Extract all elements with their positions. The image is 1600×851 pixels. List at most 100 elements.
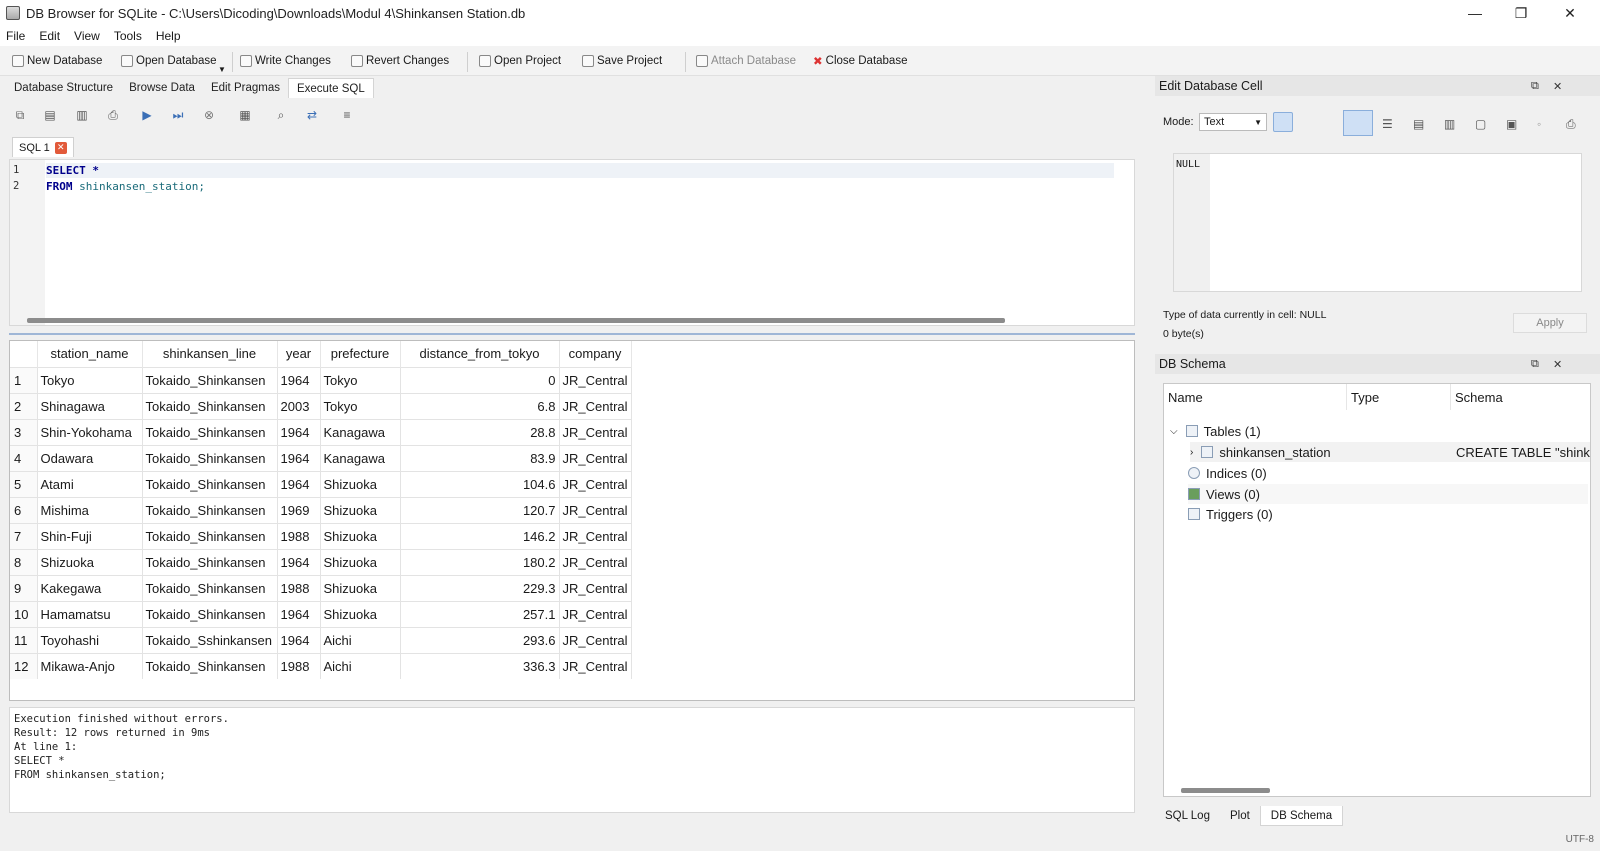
table-cell[interactable]: 1988 (277, 574, 321, 601)
table-cell[interactable]: 1964 (277, 626, 321, 653)
save-project-button[interactable]: Save Project (582, 52, 662, 70)
tab-execute-sql[interactable]: Execute SQL (287, 78, 374, 98)
open-project-button[interactable]: Open Project (479, 52, 561, 70)
column-header[interactable]: shinkansen_line (142, 341, 278, 367)
schema-col-type[interactable]: Type (1347, 384, 1451, 410)
table-cell[interactable]: JR_Central (559, 652, 632, 679)
column-header[interactable]: station_name (37, 341, 143, 367)
table-cell[interactable]: Mikawa-Anjo (37, 652, 143, 679)
menu-tools[interactable]: Tools (114, 29, 142, 43)
table-cell[interactable]: Toyohashi (37, 626, 143, 653)
table-cell[interactable]: JR_Central (559, 574, 632, 601)
table-cell[interactable]: 1964 (277, 444, 321, 471)
table-cell[interactable]: 257.1 (400, 600, 560, 627)
tab-sql-log[interactable]: SQL Log (1155, 806, 1220, 826)
image-icon[interactable]: ▣ (1506, 117, 1517, 131)
table-cell[interactable]: Odawara (37, 444, 143, 471)
table-cell[interactable]: Shizuoka (320, 496, 401, 523)
save-results-icon[interactable]: ▦ (237, 107, 253, 123)
revert-changes-button[interactable]: Revert Changes (351, 52, 449, 70)
table-cell[interactable]: JR_Central (559, 600, 632, 627)
tree-item-indices[interactable]: Indices (0) (1188, 463, 1267, 483)
tab-db-schema[interactable]: DB Schema (1259, 806, 1344, 826)
attach-database-button[interactable]: Attach Database (696, 52, 796, 70)
table-cell[interactable]: Shizuoka (37, 548, 143, 575)
row-number[interactable]: 11 (10, 626, 38, 653)
table-cell[interactable]: Kanagawa (320, 418, 401, 445)
schema-col-schema[interactable]: Schema (1451, 384, 1592, 410)
column-header[interactable]: prefecture (320, 341, 401, 367)
table-cell[interactable]: JR_Central (559, 626, 632, 653)
clear-icon[interactable]: ◦ (1537, 117, 1541, 131)
table-cell[interactable]: JR_Central (559, 366, 632, 393)
find-replace-icon[interactable]: ⇄ (304, 107, 320, 123)
new-database-button[interactable]: New Database (12, 52, 102, 70)
table-cell[interactable]: 146.2 (400, 522, 560, 549)
table-cell[interactable]: Tokyo (37, 366, 143, 393)
row-number[interactable]: 2 (10, 392, 38, 419)
close-database-button[interactable]: ✖ Close Database (813, 52, 907, 70)
maximize-button[interactable]: ❐ (1498, 0, 1544, 26)
editor-results-splitter[interactable] (9, 333, 1135, 335)
table-cell[interactable]: 83.9 (400, 444, 560, 471)
cell-editor[interactable]: NULL (1173, 153, 1582, 292)
column-header[interactable]: distance_from_tokyo (400, 341, 560, 367)
table-cell[interactable]: 180.2 (400, 548, 560, 575)
close-pane-icon[interactable]: ✕ (1553, 80, 1562, 93)
table-cell[interactable]: Tokaido_Shinkansen (142, 418, 278, 445)
table-cell[interactable]: 1988 (277, 522, 321, 549)
save-sql-file-icon[interactable]: ▥ (74, 107, 90, 123)
table-cell[interactable]: Hamamatsu (37, 600, 143, 627)
row-number[interactable]: 1 (10, 366, 38, 393)
table-cell[interactable]: 1964 (277, 600, 321, 627)
table-cell[interactable]: 0 (400, 366, 560, 393)
table-cell[interactable]: 28.8 (400, 418, 560, 445)
tree-item-tables[interactable]: ⌵ Tables (1) (1170, 421, 1261, 441)
table-cell[interactable]: 336.3 (400, 652, 560, 679)
schema-col-name[interactable]: Name (1164, 384, 1347, 410)
open-database-dropdown-icon[interactable]: ▼ (218, 60, 226, 78)
table-cell[interactable]: JR_Central (559, 444, 632, 471)
table-cell[interactable]: Aichi (320, 652, 401, 679)
row-number[interactable]: 8 (10, 548, 38, 575)
table-cell[interactable]: 6.8 (400, 392, 560, 419)
table-cell[interactable]: Tokaido_Shinkansen (142, 574, 278, 601)
table-cell[interactable]: Mishima (37, 496, 143, 523)
text-mode-icon[interactable] (1343, 110, 1373, 136)
row-number[interactable]: 9 (10, 574, 38, 601)
table-cell[interactable]: 120.7 (400, 496, 560, 523)
column-header[interactable]: year (277, 341, 321, 367)
minimize-button[interactable]: — (1452, 0, 1498, 26)
table-cell[interactable]: Tokaido_Shinkansen (142, 652, 278, 679)
table-cell[interactable]: 104.6 (400, 470, 560, 497)
menu-help[interactable]: Help (156, 29, 181, 43)
row-number[interactable]: 10 (10, 600, 38, 627)
table-cell[interactable]: Tokaido_Shinkansen (142, 496, 278, 523)
table-cell[interactable]: Shizuoka (320, 470, 401, 497)
table-cell[interactable]: Tokaido_Sshinkansen (142, 626, 278, 653)
open-sql-file-icon[interactable]: ▤ (42, 107, 58, 123)
float-pane-icon[interactable]: ⧉ (1531, 358, 1539, 371)
table-cell[interactable]: Tokaido_Shinkansen (142, 470, 278, 497)
table-cell[interactable]: Shizuoka (320, 548, 401, 575)
word-wrap-icon[interactable]: ☰ (1382, 117, 1393, 131)
find-icon[interactable]: ⌕ (273, 107, 289, 123)
table-cell[interactable]: Tokaido_Shinkansen (142, 522, 278, 549)
table-cell[interactable]: JR_Central (559, 496, 632, 523)
open-tab-icon[interactable]: ⧉ (12, 107, 28, 123)
editor-horizontal-scrollbar[interactable] (27, 318, 1005, 323)
close-window-button[interactable]: ✕ (1547, 0, 1593, 26)
table-cell[interactable]: 1964 (277, 548, 321, 575)
table-cell[interactable]: Shizuoka (320, 574, 401, 601)
table-cell[interactable]: 1988 (277, 652, 321, 679)
close-tab-icon[interactable]: ✕ (54, 141, 67, 154)
table-cell[interactable]: 1969 (277, 496, 321, 523)
sql-editor-tab[interactable]: SQL 1 ✕ (12, 137, 74, 157)
table-cell[interactable]: Shin-Fuji (37, 522, 143, 549)
menu-edit[interactable]: Edit (39, 29, 60, 43)
float-pane-icon[interactable]: ⧉ (1531, 80, 1539, 93)
corner-cell[interactable] (10, 341, 38, 367)
chevron-right-icon[interactable]: › (1190, 447, 1193, 458)
table-cell[interactable]: Tokaido_Shinkansen (142, 366, 278, 393)
table-cell[interactable]: Tokyo (320, 366, 401, 393)
